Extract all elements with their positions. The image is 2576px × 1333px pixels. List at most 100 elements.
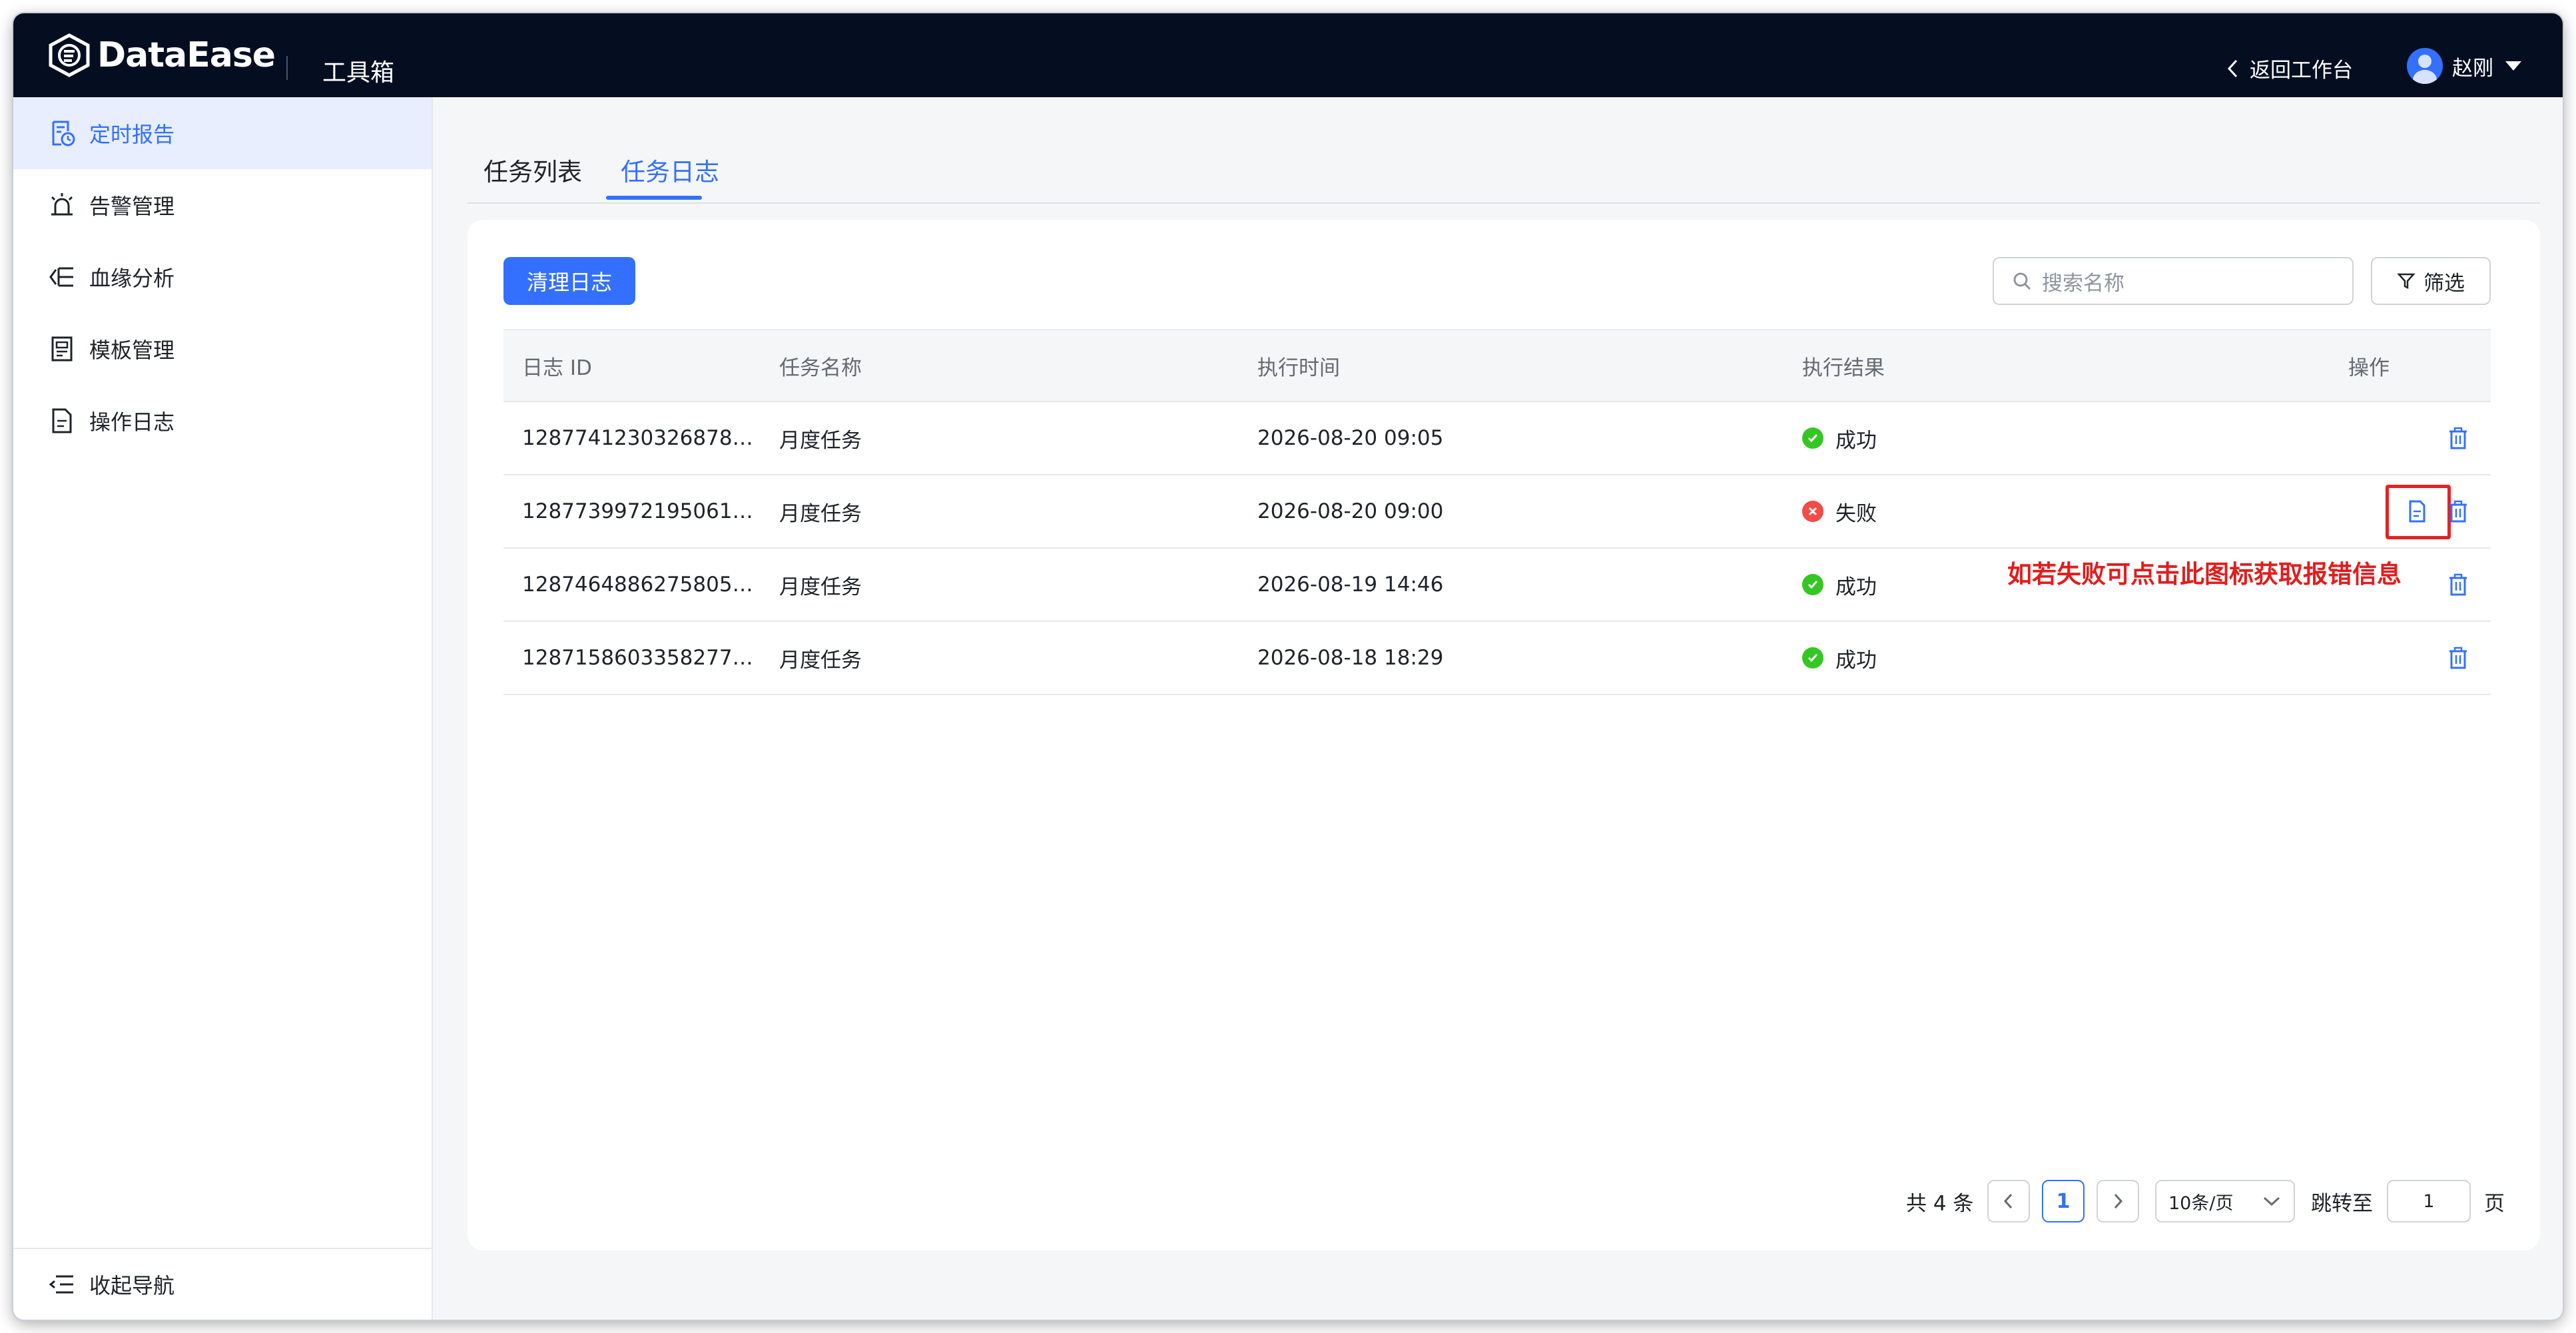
log-table: 日志 ID 任务名称 执行时间 执行结果 操作 1287741230326878… <box>503 329 2491 695</box>
exec-result: 成功 <box>1802 622 1877 694</box>
chevron-left-icon <box>2227 59 2238 77</box>
sidebar-item-label: 模板管理 <box>89 338 175 363</box>
table-header: 日志 ID 任务名称 执行时间 执行结果 操作 <box>503 329 2491 402</box>
section-title: 工具箱 <box>322 59 395 87</box>
success-icon <box>1802 427 1823 449</box>
exec-time: 2026-08-18 18:29 <box>1257 646 1444 670</box>
table-row: 1287158603358277… 月度任务 2026-08-18 18:29 … <box>503 622 2491 695</box>
user-menu[interactable]: 赵刚 <box>2407 48 2521 84</box>
user-name: 赵刚 <box>2452 56 2493 81</box>
result-label: 成功 <box>1835 575 1877 599</box>
brand-name: DataEase <box>97 35 276 75</box>
log-id: 1287158603358277… <box>522 646 753 670</box>
sidebar: 定时报告 告警管理 血缘分析 模板管理 操作日志 收起导航 <box>13 97 433 1320</box>
delete-button[interactable] <box>2447 622 2469 694</box>
search-input[interactable]: 搜索名称 <box>1993 257 2354 305</box>
sidebar-item-template[interactable]: 模板管理 <box>13 313 432 385</box>
sidebar-item-label: 告警管理 <box>89 194 175 219</box>
collapse-nav-button[interactable]: 收起导航 <box>13 1248 432 1320</box>
chevron-left-icon <box>2003 1193 2013 1209</box>
fail-icon <box>1802 501 1823 522</box>
lineage-icon <box>49 267 73 287</box>
goto-label: 跳转至 <box>2311 1191 2373 1216</box>
result-label: 失败 <box>1835 501 1877 526</box>
delete-button[interactable] <box>2447 402 2469 474</box>
filter-icon <box>2397 273 2415 290</box>
sidebar-item-lineage[interactable]: 血缘分析 <box>13 241 432 313</box>
task-name: 月度任务 <box>779 575 862 599</box>
success-icon <box>1802 647 1823 668</box>
caret-down-icon <box>2505 61 2521 71</box>
back-to-workbench-link[interactable]: 返回工作台 <box>2224 53 2353 83</box>
clear-log-button[interactable]: 清理日志 <box>503 257 635 305</box>
delete-button[interactable] <box>2447 549 2469 621</box>
log-card: 清理日志 搜索名称 筛选 日志 ID 任务名称 执行时间 执行结果 操作 128… <box>468 220 2540 1250</box>
view-error-button[interactable] <box>2406 475 2428 547</box>
exec-time: 2026-08-20 09:00 <box>1257 499 1444 523</box>
sidebar-item-scheduled-report[interactable]: 定时报告 <box>13 97 432 169</box>
page-suffix: 页 <box>2484 1191 2505 1216</box>
chevron-down-icon <box>2263 1197 2280 1206</box>
result-label: 成功 <box>1835 428 1877 453</box>
template-icon <box>51 336 73 362</box>
log-id: 1287739972195061… <box>522 499 753 523</box>
back-link-label: 返回工作台 <box>2250 59 2353 83</box>
column-header-exec-result: 执行结果 <box>1802 356 1885 380</box>
collapse-menu-icon <box>49 1275 73 1294</box>
error-log-document-icon <box>2409 500 2425 523</box>
task-name: 月度任务 <box>779 648 862 672</box>
filter-label: 筛选 <box>2423 271 2465 296</box>
table-row: 1287739972195061… 月度任务 2026-08-20 09:00 … <box>503 475 2491 549</box>
sidebar-item-label: 定时报告 <box>89 122 175 147</box>
page-size-select[interactable]: 10条/页 <box>2155 1180 2295 1222</box>
sidebar-item-alarm[interactable]: 告警管理 <box>13 169 432 241</box>
sidebar-item-label: 操作日志 <box>89 409 175 435</box>
active-tab-indicator <box>606 196 702 200</box>
scheduled-report-icon <box>52 121 75 146</box>
tab-task-log[interactable]: 任务日志 <box>621 152 719 188</box>
filter-button[interactable]: 筛选 <box>2371 257 2491 305</box>
app-window: DataEase 工具箱 返回工作台 赵刚 定时报告 告警管理 血缘分析 模板管… <box>13 13 2563 1320</box>
tab-task-list[interactable]: 任务列表 <box>483 152 582 188</box>
column-header-task-name: 任务名称 <box>779 356 862 380</box>
dataease-logo[interactable]: DataEase <box>48 33 276 77</box>
trash-icon <box>2449 647 2467 669</box>
sidebar-item-operation-log[interactable]: 操作日志 <box>13 385 432 457</box>
page-size-value: 10条/页 <box>2168 1193 2234 1214</box>
trash-icon <box>2449 500 2467 523</box>
trash-icon <box>2449 427 2467 449</box>
exec-result: 成功 <box>1802 549 1877 621</box>
top-header: DataEase 工具箱 返回工作台 赵刚 <box>13 13 2563 97</box>
search-placeholder: 搜索名称 <box>2042 271 2124 296</box>
log-id: 1287741230326878… <box>522 426 753 450</box>
column-header-actions: 操作 <box>2348 356 2390 380</box>
result-label: 成功 <box>1835 648 1877 672</box>
exec-time: 2026-08-19 14:46 <box>1257 573 1444 597</box>
goto-page-input[interactable]: 1 <box>2387 1180 2471 1222</box>
exec-result: 失败 <box>1802 475 1877 547</box>
search-icon <box>2013 272 2031 290</box>
dataease-logo-icon <box>49 33 90 77</box>
pagination-total: 共 4 条 <box>1906 1191 1974 1216</box>
prev-page-button[interactable] <box>1987 1180 2030 1222</box>
page-number-current[interactable]: 1 <box>2042 1180 2085 1222</box>
operation-log-icon <box>52 408 72 433</box>
next-page-button[interactable] <box>2096 1180 2139 1222</box>
error-hint-annotation: 如若失败可点击此图标获取报错信息 <box>2007 560 2402 589</box>
table-row: 1287741230326878… 月度任务 2026-08-20 09:05 … <box>503 402 2491 475</box>
success-icon <box>1802 574 1823 595</box>
task-name: 月度任务 <box>779 501 862 526</box>
exec-result: 成功 <box>1802 402 1877 474</box>
exec-time: 2026-08-20 09:05 <box>1257 426 1444 450</box>
avatar <box>2407 48 2443 84</box>
header-divider <box>286 56 288 80</box>
tab-bar: 任务列表 任务日志 <box>468 97 2540 204</box>
sidebar-item-label: 血缘分析 <box>89 266 175 291</box>
trash-icon <box>2449 573 2467 596</box>
delete-button[interactable] <box>2447 475 2469 547</box>
alarm-icon <box>51 193 73 216</box>
column-header-exec-time: 执行时间 <box>1257 356 1340 380</box>
log-id: 1287464886275805… <box>522 573 753 597</box>
collapse-nav-label: 收起导航 <box>89 1273 175 1298</box>
chevron-right-icon <box>2114 1193 2123 1209</box>
